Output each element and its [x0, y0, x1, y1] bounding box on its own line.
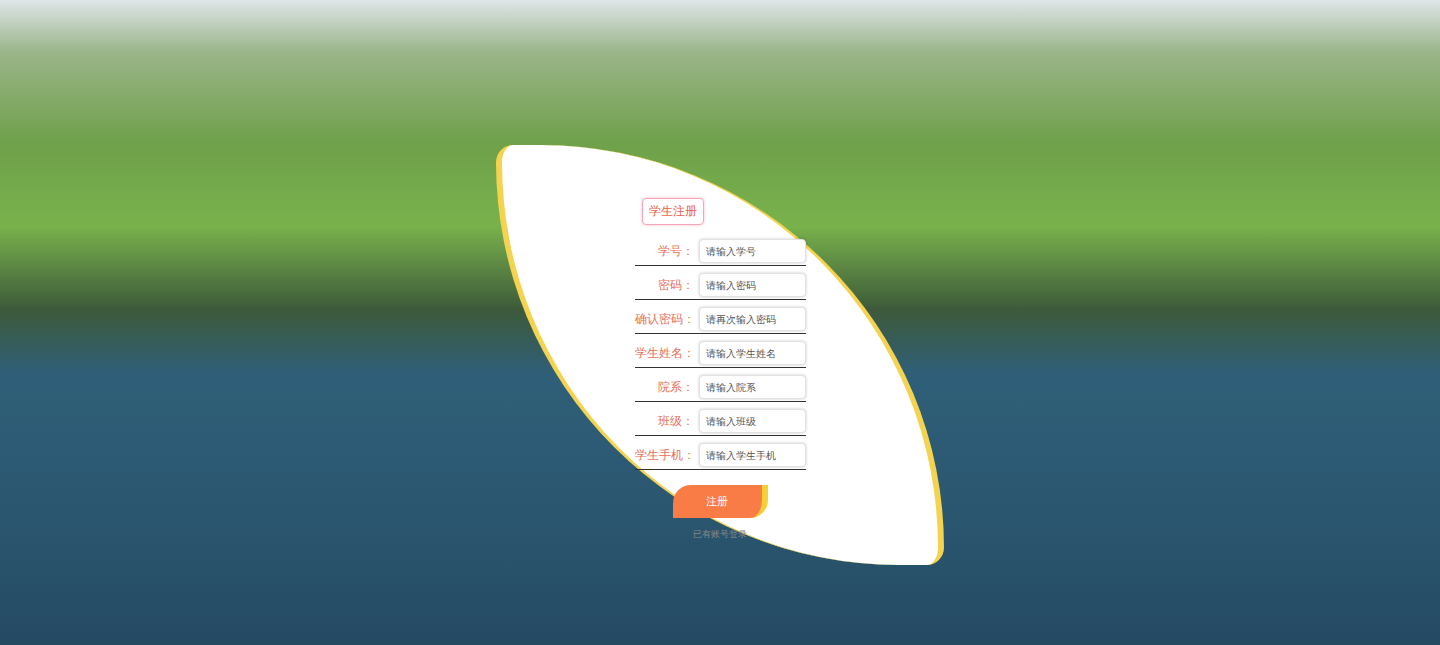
field-label: 密码： — [635, 277, 694, 294]
field-input[interactable] — [699, 239, 806, 263]
form-row: 密码： — [635, 273, 806, 300]
form-row: 班级： — [635, 409, 806, 436]
field-input[interactable] — [699, 273, 806, 297]
form-row: 学号： — [635, 239, 806, 266]
field-label: 学生手机： — [635, 447, 694, 464]
field-input[interactable] — [699, 375, 806, 399]
field-label: 班级： — [635, 413, 694, 430]
field-input[interactable] — [699, 443, 806, 467]
register-card: 学生注册学号： 密码： 确认密码： 学生姓名： 院系： 班级： 学生手机： 注册已有账号登录 — [496, 145, 944, 565]
field-label: 确认密码： — [635, 311, 694, 328]
field-label: 学生姓名： — [635, 345, 694, 362]
register-button[interactable]: 注册 — [673, 485, 768, 518]
form-row: 学生姓名： — [635, 341, 806, 368]
field-label: 院系： — [635, 379, 694, 396]
register-form: 学生注册学号： 密码： 确认密码： 学生姓名： 院系： 班级： 学生手机： — [635, 198, 806, 477]
field-input[interactable] — [699, 307, 806, 331]
field-label: 学号： — [635, 243, 694, 260]
form-row: 学生手机： — [635, 443, 806, 470]
login-link[interactable]: 已有账号登录 — [693, 528, 747, 541]
field-input[interactable] — [699, 341, 806, 365]
form-title: 学生注册 — [642, 198, 704, 225]
form-row: 确认密码： — [635, 307, 806, 334]
form-row: 院系： — [635, 375, 806, 402]
background-photo: 学生注册学号： 密码： 确认密码： 学生姓名： 院系： 班级： 学生手机： 注册已有账号登录 — [0, 0, 1440, 645]
field-input[interactable] — [699, 409, 806, 433]
